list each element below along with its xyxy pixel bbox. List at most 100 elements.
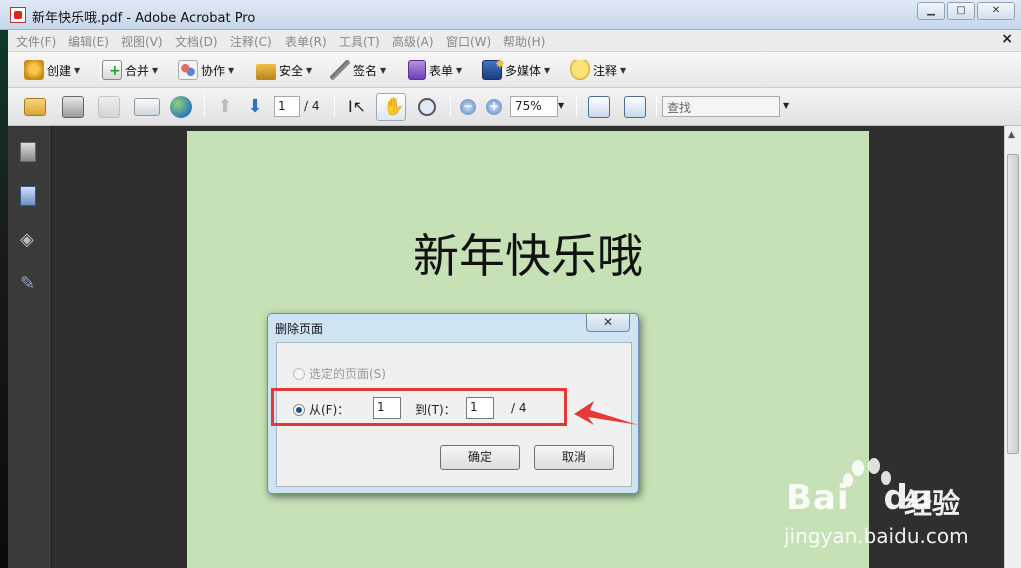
pen-icon <box>330 60 350 80</box>
save-icon[interactable] <box>98 96 120 118</box>
pages-panel-icon[interactable] <box>20 142 36 162</box>
baidu-jingyan-watermark: Bai du 经验 jingyan.baidu.com <box>780 458 1010 548</box>
menu-file[interactable]: 文件(F) <box>16 33 56 50</box>
dialog-close-button[interactable]: ✕ <box>586 314 630 332</box>
layers-panel-icon[interactable]: ◈ <box>20 230 40 250</box>
hand-icon: ✋ <box>383 97 405 117</box>
chevron-down-icon[interactable]: ▼ <box>558 101 564 110</box>
page-number-input[interactable]: 1 <box>274 96 300 117</box>
minimize-icon: ▁ <box>927 5 935 16</box>
zoom-tool-icon[interactable] <box>418 98 436 116</box>
toolbar-separator <box>100 59 101 81</box>
create-icon <box>24 60 44 80</box>
toolbar-separator <box>656 95 657 117</box>
chevron-down-icon: ▼ <box>380 65 387 75</box>
scroll-up-icon[interactable]: ▲ <box>1008 130 1015 140</box>
fit-width-icon[interactable] <box>588 96 610 118</box>
desktop-edge <box>0 30 8 568</box>
scrollbar-thumb[interactable] <box>1007 154 1019 454</box>
chevron-down-icon: ▼ <box>228 65 235 75</box>
comment-button[interactable]: 注释 ▼ <box>570 58 626 82</box>
print-icon[interactable] <box>62 96 84 118</box>
cancel-button[interactable]: 取消 <box>534 445 614 470</box>
chevron-down-icon[interactable]: ▼ <box>783 101 789 110</box>
chevron-down-icon: ▼ <box>74 65 81 75</box>
security-label: 安全 <box>279 63 304 78</box>
watermark-brand: 经验 <box>904 487 961 520</box>
select-tool-icon[interactable]: I↖ <box>346 96 368 118</box>
menu-forms[interactable]: 表单(R) <box>285 33 327 50</box>
lock-icon <box>256 64 276 80</box>
toolbar-separator <box>450 95 451 117</box>
toolbar-separator <box>576 95 577 117</box>
security-button[interactable]: 安全 ▼ <box>256 58 312 82</box>
page-total: / 4 <box>304 99 320 113</box>
menu-help[interactable]: 帮助(H) <box>503 33 545 50</box>
selected-pages-label: 选定的页面(S) <box>309 367 386 381</box>
email-icon[interactable] <box>134 98 160 116</box>
create-label: 创建 <box>47 63 72 78</box>
window-controls: ▁ □ ✕ <box>917 2 1015 20</box>
minimize-button[interactable]: ▁ <box>917 2 945 20</box>
collaborate-label: 协作 <box>201 63 226 78</box>
multimedia-icon: ✸ <box>482 57 505 80</box>
dialog-title: 删除页面 <box>275 322 324 336</box>
selected-pages-radio[interactable] <box>293 367 305 380</box>
web-share-icon[interactable] <box>170 96 192 118</box>
selected-pages-option[interactable]: 选定的页面(S) <box>293 365 386 382</box>
toolbar-separator <box>204 95 205 117</box>
menu-comment[interactable]: 注释(C) <box>230 33 272 50</box>
signatures-panel-icon[interactable]: ✎ <box>20 274 40 294</box>
combine-label: 合并 <box>125 63 150 78</box>
close-icon: ✕ <box>602 315 614 329</box>
zoom-level-input[interactable]: 75% <box>510 96 558 117</box>
toolbar-separator <box>334 95 335 117</box>
forms-label: 表单 <box>429 63 454 78</box>
comment-label: 注释 <box>593 63 618 78</box>
menu-document[interactable]: 文档(D) <box>175 33 218 50</box>
maximize-button[interactable]: □ <box>947 2 975 20</box>
navigation-pane: ◈ ✎ <box>8 126 52 568</box>
annotation-highlight-box <box>271 388 567 426</box>
multimedia-label: 多媒体 <box>505 63 542 78</box>
multimedia-button[interactable]: ✸ 多媒体 ▼ <box>482 57 551 82</box>
title-bar: 新年快乐哦.pdf - Adobe Acrobat Pro ▁ □ ✕ <box>0 0 1021 30</box>
open-folder-icon[interactable] <box>24 98 46 116</box>
sign-label: 签名 <box>353 63 378 78</box>
sign-button[interactable]: 签名 ▼ <box>330 58 386 82</box>
next-page-icon[interactable]: ⬇ <box>244 96 266 118</box>
menu-view[interactable]: 视图(V) <box>121 33 163 50</box>
bookmarks-panel-icon[interactable] <box>20 186 36 206</box>
maximize-icon: □ <box>956 5 966 16</box>
chevron-down-icon: ▼ <box>152 65 159 75</box>
full-screen-icon[interactable] <box>624 96 646 118</box>
collaborate-icon <box>178 60 198 80</box>
previous-page-icon[interactable]: ⬆ <box>214 96 236 118</box>
close-document-button[interactable]: × <box>1001 31 1013 47</box>
menu-tools[interactable]: 工具(T) <box>339 33 380 50</box>
menu-bar: 文件(F) 编辑(E) 视图(V) 文档(D) 注释(C) 表单(R) 工具(T… <box>8 30 1021 52</box>
close-window-button[interactable]: ✕ <box>977 2 1015 20</box>
zoom-in-icon[interactable]: + <box>486 99 502 115</box>
task-toolbar: 创建 ▼ + 合并 ▼ 协作 ▼ 安全 ▼ 签名 ▼ 表单 ▼ ✸ 多媒体 ▼ 注释 ▼ <box>8 52 1021 88</box>
forms-button[interactable]: 表单 ▼ <box>408 58 462 82</box>
menu-window[interactable]: 窗口(W) <box>446 33 491 50</box>
collaborate-button[interactable]: 协作 ▼ <box>178 58 234 82</box>
chevron-down-icon: ▼ <box>544 65 551 75</box>
chevron-down-icon: ▼ <box>306 65 313 75</box>
zoom-out-icon[interactable]: − <box>460 99 476 115</box>
ok-button[interactable]: 确定 <box>440 445 520 470</box>
annotation-arrow-icon <box>574 401 638 425</box>
create-button[interactable]: 创建 ▼ <box>24 58 80 82</box>
menu-advanced[interactable]: 高级(A) <box>392 33 434 50</box>
combine-button[interactable]: + 合并 ▼ <box>102 58 158 82</box>
form-icon <box>408 60 426 80</box>
navigation-toolbar: ⬆ ⬇ 1 / 4 I↖ ✋ − + 75% ▼ 查找 ▼ <box>8 88 1021 126</box>
comment-icon <box>570 60 590 80</box>
menu-edit[interactable]: 编辑(E) <box>68 33 109 50</box>
chevron-down-icon: ▼ <box>456 65 463 75</box>
hand-tool-button[interactable]: ✋ <box>376 93 406 121</box>
combine-icon: + <box>102 60 122 80</box>
close-icon: ✕ <box>991 5 1001 16</box>
find-input[interactable]: 查找 <box>662 96 780 117</box>
